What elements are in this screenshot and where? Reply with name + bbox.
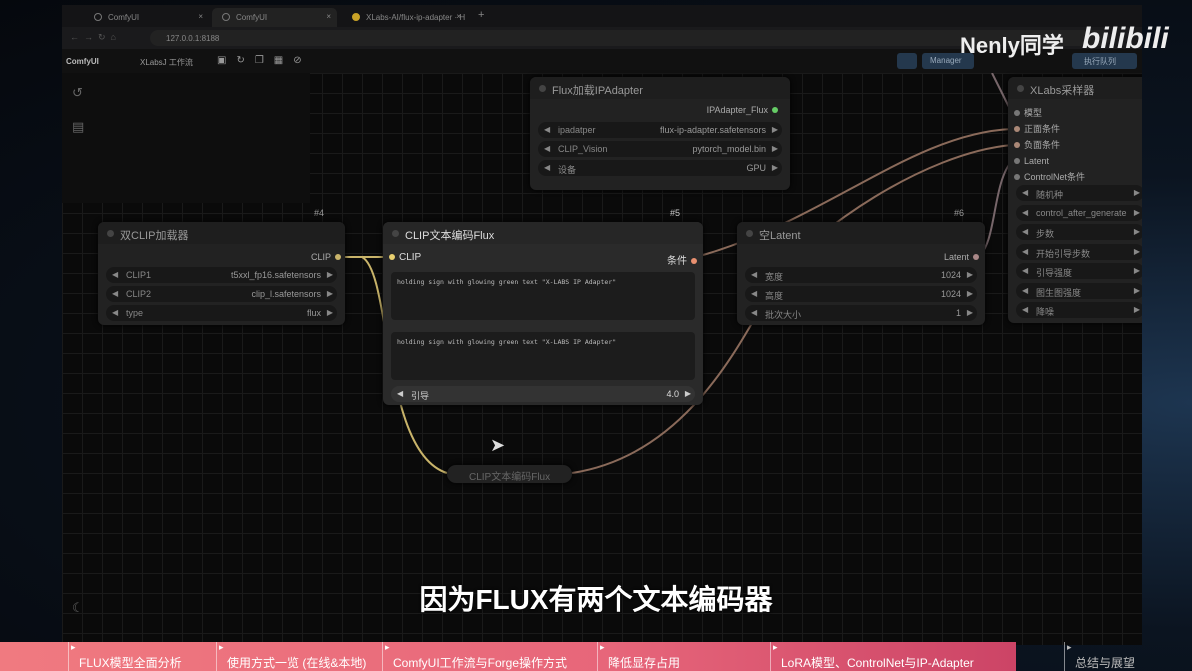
sampler-input[interactable]: 模型 xyxy=(1010,105,1085,121)
close-icon[interactable]: × xyxy=(456,12,461,21)
clip-l-textarea[interactable]: holding sign with glowing green text "X-… xyxy=(391,272,695,320)
close-icon[interactable]: × xyxy=(198,12,203,21)
widget-ipadapter[interactable]: ipadatperflux-ip-adapter.safetensors xyxy=(538,122,782,138)
node-empty-latent[interactable]: 空Latent Latent 宽度1024 高度1024 批次大小1 xyxy=(737,222,985,325)
sampler-widget[interactable]: 图生图强度 xyxy=(1016,282,1142,299)
nav-buttons[interactable]: ← → ↻ ⌂ xyxy=(70,32,116,43)
toolbar-icons[interactable]: ▣↻❐▦⊘ xyxy=(217,55,312,66)
sampler-input[interactable]: Latent xyxy=(1010,153,1085,169)
chapter-6[interactable]: 总结与展望 xyxy=(1064,642,1135,671)
sampler-input[interactable]: ControlNet条件 xyxy=(1010,169,1085,185)
chapter-2[interactable]: 使用方式一览 (在线&本地) xyxy=(216,642,366,671)
bilibili-logo: bilibili xyxy=(1082,22,1169,55)
node-id-badge: #6 xyxy=(954,208,965,218)
widget-clip2[interactable]: CLIP2clip_l.safetensors xyxy=(106,286,337,302)
chapter-3[interactable]: ComfyUI工作流与Forge操作方式 xyxy=(382,642,567,671)
chapter-bar: FLUX模型全面分析 使用方式一览 (在线&本地) ComfyUI工作流与For… xyxy=(0,642,1192,671)
sampler-widget[interactable]: 随机种 xyxy=(1016,185,1142,201)
sampler-widget[interactable]: 降噪 xyxy=(1016,302,1142,318)
sampler-widget[interactable]: 引导强度 xyxy=(1016,263,1142,279)
widget-batch-size[interactable]: 批次大小1 xyxy=(745,305,977,321)
output-conditioning[interactable]: 条件 xyxy=(667,252,701,267)
node-id-badge: #5 xyxy=(670,208,681,218)
tab-huggingface[interactable]: XLabs-AI/flux-ip-adapter · H × xyxy=(342,8,467,27)
close-icon[interactable]: × xyxy=(326,12,331,21)
tab-comfyui-1[interactable]: ComfyUI × xyxy=(84,8,209,27)
widget-width[interactable]: 宽度1024 xyxy=(745,267,977,283)
node-xlabs-sampler[interactable]: XLabs采样器 模型正面条件负面条件LatentControlNet条件 随机… xyxy=(1008,77,1142,323)
browser-window: ComfyUI × ComfyUI × XLabs-AI/flux-ip-adapt… xyxy=(62,5,1142,645)
globe-icon xyxy=(94,13,102,21)
node-id-badge: #4 xyxy=(314,208,325,218)
chapter-1[interactable]: FLUX模型全面分析 xyxy=(68,642,182,671)
widget-guidance[interactable]: 引导4.0 xyxy=(391,386,695,402)
sampler-widget[interactable]: control_after_generate xyxy=(1016,204,1142,221)
workflow-select[interactable]: XLabsJ 工作流 xyxy=(140,57,193,68)
t5xxl-textarea[interactable]: holding sign with glowing green text "X-… xyxy=(391,332,695,380)
translate-button[interactable] xyxy=(897,53,917,69)
sampler-input[interactable]: 负面条件 xyxy=(1010,137,1085,153)
watermark-author: Nenly同学 xyxy=(960,33,1064,58)
node-clip-text-encode-flux[interactable]: CLIP文本编码Flux CLIP 条件 holding sign with g… xyxy=(383,222,703,405)
hf-icon xyxy=(352,13,360,21)
graph-canvas[interactable]: ↺ ▤ ☾ Flux加载IPAdapter IPAdapter_Flux ipa… xyxy=(62,73,1142,645)
widget-device[interactable]: 设备GPU xyxy=(538,160,782,176)
node-dual-clip-loader[interactable]: 双CLIP加载器 CLIP CLIP1t5xxl_fp16.safetensor… xyxy=(98,222,345,325)
globe-icon xyxy=(222,13,230,21)
output-ipadapter[interactable]: IPAdapter_Flux xyxy=(707,105,782,115)
output-clip[interactable]: CLIP xyxy=(311,252,345,262)
app-name: ComfyUI xyxy=(66,57,99,66)
output-latent[interactable]: Latent xyxy=(944,252,983,262)
node-collapsed-clip-encode[interactable]: CLIP文本编码Flux xyxy=(447,465,572,483)
input-clip[interactable]: CLIP xyxy=(385,252,421,263)
widget-height[interactable]: 高度1024 xyxy=(745,286,977,302)
tab-bar: ComfyUI × ComfyUI × XLabs-AI/flux-ip-adapt… xyxy=(62,5,1142,27)
subtitle: 因为FLUX有两个文本编码器 xyxy=(419,584,773,615)
mouse-cursor: ➤ xyxy=(490,435,506,455)
new-tab-button[interactable]: + xyxy=(478,9,484,21)
chapter-5[interactable]: LoRA模型、ControlNet与IP-Adapter xyxy=(770,642,974,671)
widget-type[interactable]: typeflux xyxy=(106,305,337,321)
chapter-4[interactable]: 降低显存占用 xyxy=(597,642,680,671)
widget-clip1[interactable]: CLIP1t5xxl_fp16.safetensors xyxy=(106,267,337,283)
tab-comfyui-2[interactable]: ComfyUI × xyxy=(212,8,337,27)
sampler-widget[interactable]: 开始引导步数 xyxy=(1016,243,1142,260)
node-flux-ipadapter[interactable]: Flux加载IPAdapter IPAdapter_Flux ipadatper… xyxy=(530,77,790,190)
sampler-widget[interactable]: 步数 xyxy=(1016,224,1142,240)
sampler-input[interactable]: 正面条件 xyxy=(1010,121,1085,137)
widget-clip-vision[interactable]: CLIP_Visionpytorch_model.bin xyxy=(538,141,782,157)
